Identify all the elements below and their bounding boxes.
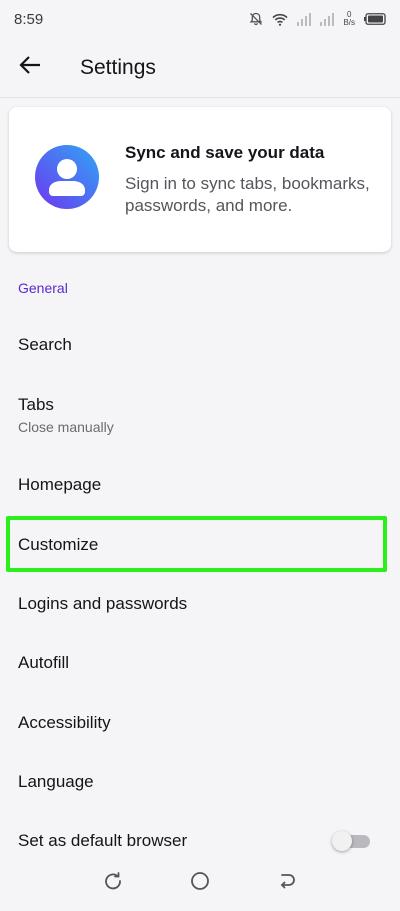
page-title: Settings xyxy=(80,55,156,79)
item-sublabel: Close manually xyxy=(18,419,114,435)
settings-item-logins[interactable]: Logins and passwords xyxy=(0,574,400,634)
settings-item-autofill[interactable]: Autofill xyxy=(0,633,400,693)
system-nav-bar xyxy=(0,855,400,911)
sync-description: Sign in to sync tabs, bookmarks, passwor… xyxy=(125,173,370,215)
settings-item-search[interactable]: Search xyxy=(0,315,400,375)
item-label: Customize xyxy=(18,535,99,554)
system-back-button[interactable] xyxy=(267,863,307,903)
settings-item-homepage[interactable]: Homepage xyxy=(0,455,400,515)
item-label: Tabs xyxy=(18,395,54,414)
item-label: Search xyxy=(18,335,72,354)
arrow-left-icon xyxy=(19,56,41,79)
avatar xyxy=(9,144,125,215)
settings-item-accessibility[interactable]: Accessibility xyxy=(0,693,400,753)
bell-off-icon xyxy=(249,12,263,26)
settings-item-tabs[interactable]: Tabs Close manually xyxy=(0,375,400,455)
item-label: Homepage xyxy=(18,475,102,494)
app-bar: Settings xyxy=(0,38,400,98)
status-time: 8:59 xyxy=(14,10,44,28)
signal-icon-2 xyxy=(320,12,335,26)
home-button[interactable] xyxy=(180,863,220,903)
item-label: Accessibility xyxy=(18,713,111,732)
item-label: Language xyxy=(18,772,94,791)
settings-item-customize[interactable]: Customize xyxy=(0,515,400,575)
system-back-icon xyxy=(278,872,296,895)
sync-title: Sync and save your data xyxy=(125,142,325,162)
recent-apps-button[interactable] xyxy=(93,863,133,903)
settings-item-language[interactable]: Language xyxy=(0,752,400,812)
sync-text: Sync and save your data Sign in to sync … xyxy=(125,143,391,217)
wifi-icon xyxy=(272,13,288,26)
section-header-general: General xyxy=(18,280,68,296)
status-icons: 0 B/s xyxy=(249,11,386,27)
battery-icon xyxy=(364,13,386,25)
status-bar: 8:59 0 B/s xyxy=(0,0,400,38)
back-button[interactable] xyxy=(0,38,60,98)
home-circle-icon xyxy=(190,871,210,896)
account-avatar-icon xyxy=(34,144,100,215)
default-browser-toggle[interactable] xyxy=(332,831,370,851)
item-label: Autofill xyxy=(18,653,70,672)
net-speed-unit: B/s xyxy=(343,18,355,27)
toggle-thumb xyxy=(332,831,352,851)
signal-icon-1 xyxy=(297,12,312,26)
net-speed: 0 B/s xyxy=(343,11,355,27)
recent-apps-icon xyxy=(104,871,122,895)
sync-account-card[interactable]: Sync and save your data Sign in to sync … xyxy=(9,107,391,252)
item-label: Logins and passwords xyxy=(18,594,188,613)
